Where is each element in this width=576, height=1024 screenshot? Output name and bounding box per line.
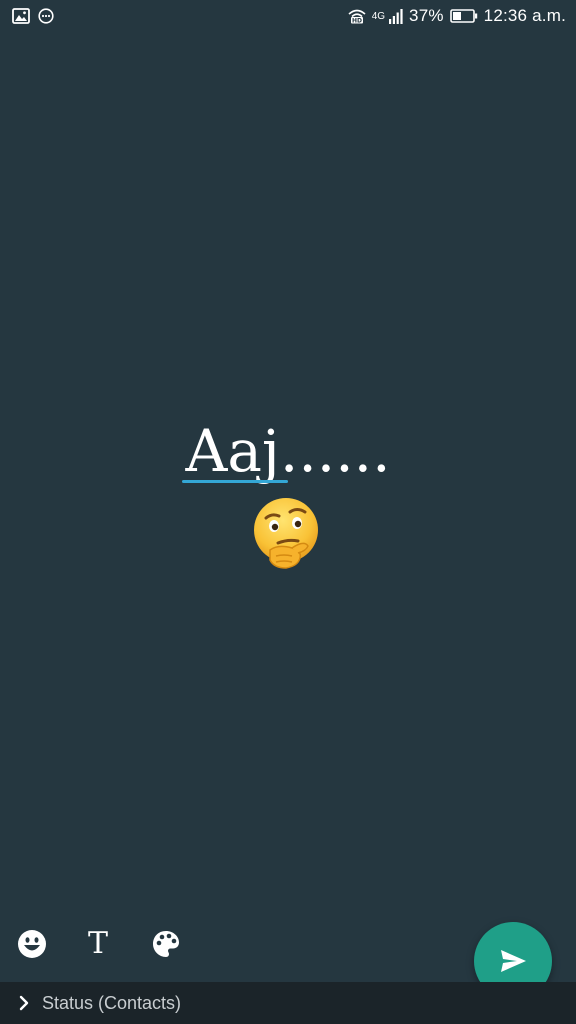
smiley-icon — [17, 929, 47, 959]
text-style-button[interactable]: T — [78, 924, 118, 964]
status-bar-right: HD 4G 37% 12:36 a.m. — [348, 6, 566, 26]
clock: 12:36 a.m. — [483, 6, 566, 25]
status-text-area[interactable]: Aaj...... — [0, 415, 576, 487]
battery-percent: 37% — [409, 6, 444, 25]
send-icon — [498, 946, 528, 976]
signal-icon — [389, 8, 403, 24]
audience-label: Status (Contacts) — [42, 992, 182, 1013]
status-composer-screen: HD 4G 37% 12:36 a.m. Aaj...... T Status … — [0, 0, 576, 1024]
spellcheck-underline — [182, 480, 288, 483]
status-bar: HD 4G 37% 12:36 a.m. — [0, 0, 576, 32]
battery-icon — [449, 9, 478, 23]
gallery-notification-icon — [12, 8, 30, 24]
status-text[interactable]: Aaj...... — [185, 415, 390, 487]
emoji-button[interactable] — [12, 924, 52, 964]
text-style-icon: T — [87, 926, 108, 961]
hd-wifi-icon: HD — [348, 8, 366, 24]
more-notification-icon — [38, 8, 54, 24]
thinking-face-emoji-icon — [248, 496, 324, 572]
network-type: 4G — [371, 10, 386, 22]
chevron-right-icon — [18, 995, 30, 1011]
status-audience-bar[interactable]: Status (Contacts) — [0, 982, 576, 1024]
background-color-button[interactable] — [146, 924, 186, 964]
status-bar-left — [12, 8, 54, 24]
svg-text:HD: HD — [352, 18, 362, 25]
palette-icon — [151, 929, 181, 959]
